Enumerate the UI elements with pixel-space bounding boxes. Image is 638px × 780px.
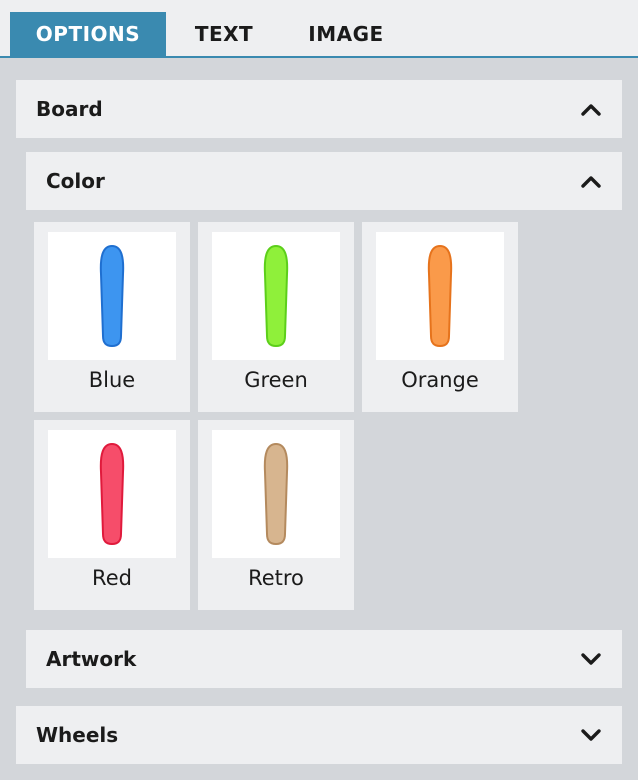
tab-options[interactable]: OPTIONS bbox=[10, 12, 166, 56]
color-section-title: Color bbox=[46, 169, 105, 193]
chevron-up-icon bbox=[581, 104, 601, 116]
tab-image[interactable]: IMAGE bbox=[286, 12, 406, 56]
skateboard-icon bbox=[427, 244, 453, 348]
skateboard-icon bbox=[263, 442, 289, 546]
color-option-orange[interactable]: Orange bbox=[362, 222, 518, 412]
artwork-section-header[interactable]: Artwork bbox=[26, 630, 622, 688]
board-thumbnail bbox=[376, 232, 504, 360]
wheels-section-title: Wheels bbox=[36, 723, 119, 747]
board-thumbnail bbox=[48, 430, 176, 558]
board-section-header[interactable]: Board bbox=[16, 80, 622, 138]
chevron-down-icon bbox=[581, 653, 601, 665]
color-option-red[interactable]: Red bbox=[34, 420, 190, 610]
board-thumbnail bbox=[48, 232, 176, 360]
artwork-section-title: Artwork bbox=[46, 647, 137, 671]
board-section-title: Board bbox=[36, 97, 103, 121]
color-option-label: Retro bbox=[248, 566, 304, 590]
color-option-retro[interactable]: Retro bbox=[198, 420, 354, 610]
color-option-label: Blue bbox=[88, 368, 136, 392]
tab-text[interactable]: TEXT bbox=[178, 12, 270, 56]
wheels-section-header[interactable]: Wheels bbox=[16, 706, 622, 764]
skateboard-icon bbox=[263, 244, 289, 348]
color-option-label: Orange bbox=[401, 368, 479, 392]
tab-bar: OPTIONS TEXT IMAGE bbox=[0, 0, 638, 58]
board-thumbnail bbox=[212, 430, 340, 558]
color-option-blue[interactable]: Blue bbox=[34, 222, 190, 412]
chevron-down-icon bbox=[581, 729, 601, 741]
color-option-label: Red bbox=[92, 566, 132, 590]
skateboard-icon bbox=[99, 244, 125, 348]
board-thumbnail bbox=[212, 232, 340, 360]
chevron-up-icon bbox=[581, 176, 601, 188]
color-option-label: Green bbox=[244, 368, 308, 392]
skateboard-icon bbox=[99, 442, 125, 546]
color-section-header[interactable]: Color bbox=[26, 152, 622, 210]
color-option-green[interactable]: Green bbox=[198, 222, 354, 412]
